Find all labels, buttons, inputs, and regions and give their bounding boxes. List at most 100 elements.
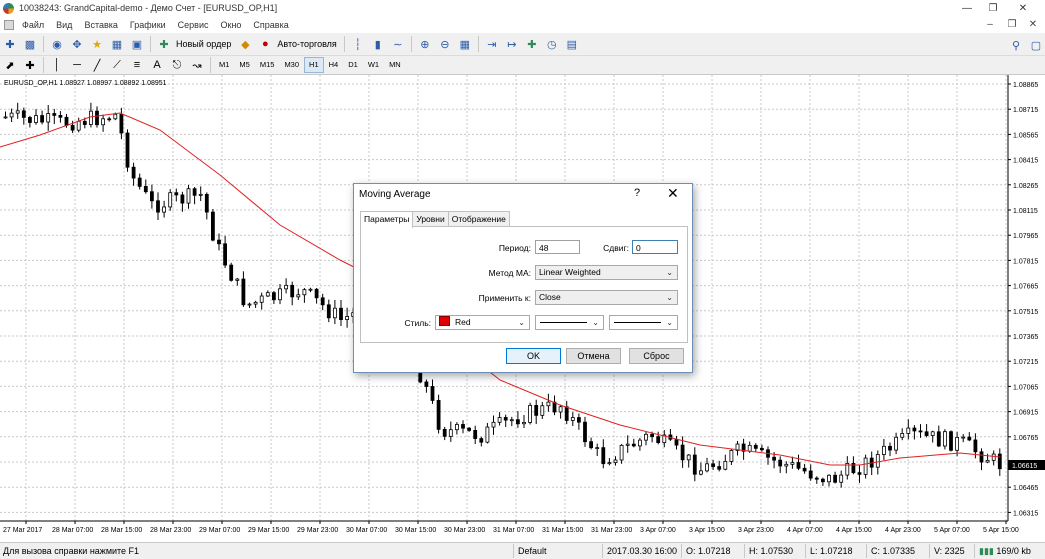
window-titlebar: 10038243: GrandCapital-demo - Демо Счет … bbox=[0, 0, 1045, 16]
menu-help[interactable]: Справка bbox=[247, 20, 294, 30]
autotrading-button[interactable]: Авто-торговля bbox=[277, 39, 336, 49]
candle-body bbox=[558, 406, 563, 413]
chat-icon[interactable]: ▢ bbox=[1027, 37, 1045, 53]
horizontal-line-icon[interactable]: ─ bbox=[68, 57, 86, 73]
timeframe-w1[interactable]: W1 bbox=[363, 57, 384, 73]
tab-levels[interactable]: Уровни bbox=[412, 211, 449, 226]
color-select[interactable]: Red ⌄ bbox=[435, 315, 530, 330]
vertical-line-icon[interactable]: │ bbox=[48, 57, 66, 73]
candle-body bbox=[235, 278, 240, 281]
shift-input[interactable]: 0 bbox=[632, 240, 678, 254]
menu-tools[interactable]: Сервис bbox=[172, 20, 215, 30]
bar-chart-icon[interactable]: ┆ bbox=[349, 36, 367, 52]
reset-button[interactable]: Сброс bbox=[629, 348, 684, 364]
new-chart-icon[interactable]: ✚ bbox=[1, 36, 19, 52]
templates-icon[interactable]: ▤ bbox=[563, 36, 581, 52]
periods-icon[interactable]: ◷ bbox=[543, 36, 561, 52]
tile-windows-icon[interactable]: ▦ bbox=[456, 36, 474, 52]
candle-body bbox=[64, 116, 69, 126]
menu-view[interactable]: Вид bbox=[50, 20, 78, 30]
zoom-in-icon[interactable]: ⊕ bbox=[416, 36, 434, 52]
candle-body bbox=[40, 115, 44, 123]
timeframe-m15[interactable]: M15 bbox=[255, 57, 280, 73]
menu-window[interactable]: Окно bbox=[215, 20, 248, 30]
cancel-button[interactable]: Отмена bbox=[566, 348, 621, 364]
method-label: Метод MA: bbox=[488, 268, 531, 278]
line-style-glyph bbox=[540, 322, 587, 323]
dialog-help-button[interactable]: ? bbox=[634, 187, 640, 199]
menu-insert[interactable]: Вставка bbox=[78, 20, 123, 30]
navigator-icon[interactable]: ✥ bbox=[68, 36, 86, 52]
arrows-icon[interactable]: ↝ bbox=[188, 57, 206, 73]
menu-charts[interactable]: Графики bbox=[124, 20, 172, 30]
timeframe-m1[interactable]: M1 bbox=[214, 57, 234, 73]
price-label: 1.07515 bbox=[1013, 309, 1038, 316]
mdi-restore-button[interactable]: ❐ bbox=[1002, 16, 1022, 33]
data-window-icon[interactable]: ▦ bbox=[108, 36, 126, 52]
timeframe-m30[interactable]: M30 bbox=[279, 57, 304, 73]
chart-shift-icon[interactable]: ↦ bbox=[503, 36, 521, 52]
search-icon[interactable]: ⚲ bbox=[1007, 37, 1025, 53]
zoom-out-icon[interactable]: ⊖ bbox=[436, 36, 454, 52]
candle-body bbox=[814, 477, 819, 480]
period-input[interactable]: 48 bbox=[535, 240, 580, 254]
indicators-icon[interactable]: ✚ bbox=[523, 36, 541, 52]
candle-body bbox=[509, 419, 514, 422]
price-label: 1.07815 bbox=[1013, 258, 1038, 265]
mdi-close-button[interactable]: ✕ bbox=[1023, 16, 1043, 33]
trendline-icon[interactable]: ╱ bbox=[88, 57, 106, 73]
candle-body bbox=[516, 419, 520, 425]
dialog-close-button[interactable]: ✕ bbox=[667, 185, 679, 202]
new-order-icon[interactable]: ✚ bbox=[155, 36, 173, 52]
chart-document-icon[interactable] bbox=[4, 19, 14, 30]
equidistant-channel-icon[interactable]: ⟋ bbox=[108, 57, 126, 73]
method-select[interactable]: Linear Weighted ⌄ bbox=[535, 265, 678, 280]
terminal-icon[interactable]: ▣ bbox=[128, 36, 146, 52]
candle-body bbox=[241, 278, 246, 306]
candle-body bbox=[906, 427, 911, 434]
candle-body bbox=[168, 192, 173, 208]
candle-body bbox=[34, 115, 38, 123]
apply-to-select[interactable]: Close ⌄ bbox=[535, 290, 678, 305]
candle-body bbox=[900, 433, 905, 438]
timeframe-h1[interactable]: H1 bbox=[304, 57, 324, 73]
time-label: 31 Mar 23:00 bbox=[591, 527, 632, 534]
candlestick-icon[interactable]: ▮ bbox=[369, 36, 387, 52]
time-label: 4 Apr 07:00 bbox=[787, 527, 823, 534]
fibonacci-icon[interactable]: ≡ bbox=[128, 57, 146, 73]
line-width-select[interactable]: ⌄ bbox=[609, 315, 678, 330]
tab-parameters[interactable]: Параметры bbox=[360, 211, 414, 228]
maximize-button[interactable]: ❐ bbox=[978, 0, 1008, 16]
text-label-icon[interactable]: ⎋ bbox=[168, 57, 186, 73]
candle-body bbox=[259, 295, 264, 303]
timeframe-h4[interactable]: H4 bbox=[324, 57, 344, 73]
close-button[interactable]: ✕ bbox=[1008, 0, 1038, 16]
menu-file[interactable]: Файл bbox=[16, 20, 50, 30]
dialog-title: Moving Average bbox=[359, 189, 431, 200]
candle-body bbox=[784, 463, 789, 467]
new-order-button[interactable]: Новый ордер bbox=[176, 39, 231, 49]
candle-body bbox=[137, 177, 142, 187]
timeframe-d1[interactable]: D1 bbox=[343, 57, 363, 73]
candle-body bbox=[15, 110, 20, 114]
profiles-icon[interactable]: ▩ bbox=[21, 36, 39, 52]
ok-button[interactable]: OK bbox=[506, 348, 561, 364]
line-chart-icon[interactable]: ∼ bbox=[389, 36, 407, 52]
timeframe-mn[interactable]: MN bbox=[384, 57, 406, 73]
time-label: 28 Mar 07:00 bbox=[52, 527, 93, 534]
mdi-minimize-button[interactable]: – bbox=[980, 16, 1000, 33]
line-style-select[interactable]: ⌄ bbox=[535, 315, 604, 330]
cursor-icon[interactable]: ⬈ bbox=[1, 57, 19, 73]
timeframe-m5[interactable]: M5 bbox=[234, 57, 254, 73]
market-watch-icon[interactable]: ◉ bbox=[48, 36, 66, 52]
autoscroll-icon[interactable]: ⇥ bbox=[483, 36, 501, 52]
text-icon[interactable]: A bbox=[148, 57, 166, 73]
autotrading-icon[interactable]: ● bbox=[256, 36, 274, 52]
favorites-icon[interactable]: ★ bbox=[88, 36, 106, 52]
candle-body bbox=[638, 439, 642, 447]
tab-visualization[interactable]: Отображение bbox=[447, 211, 510, 226]
candle-body bbox=[156, 200, 160, 213]
time-label: 30 Mar 07:00 bbox=[346, 527, 387, 534]
metaeditor-icon[interactable]: ◆ bbox=[236, 36, 254, 52]
crosshair-icon[interactable]: ✚ bbox=[21, 57, 39, 73]
